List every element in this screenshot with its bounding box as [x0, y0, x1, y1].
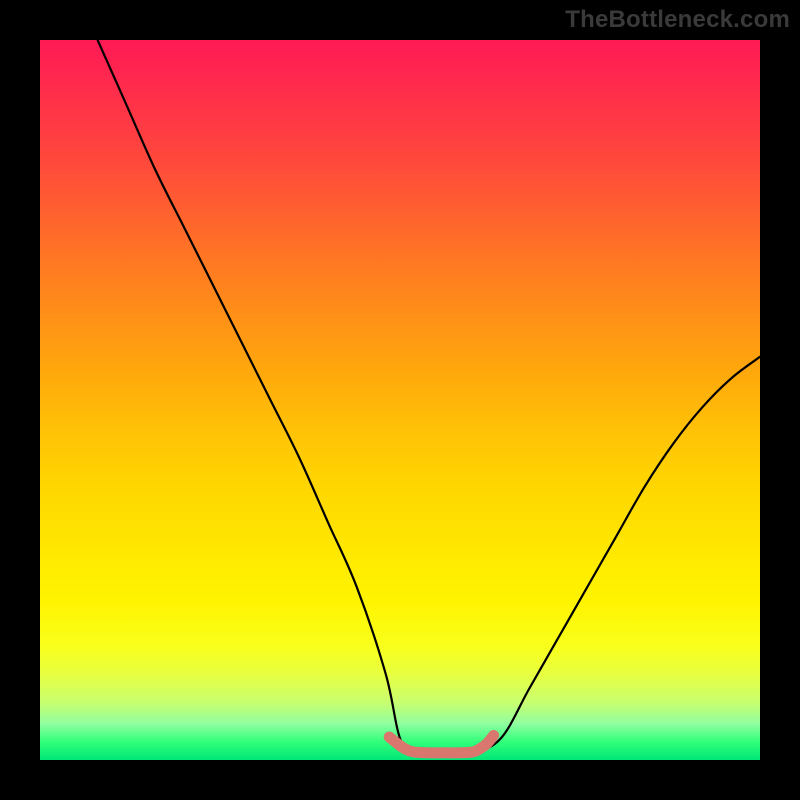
plot-area	[40, 40, 760, 760]
curve-layer	[40, 40, 760, 760]
watermark-text: TheBottleneck.com	[565, 6, 790, 34]
main-curve-path	[98, 40, 760, 754]
highlight-band-path	[389, 736, 493, 753]
chart-frame: TheBottleneck.com	[0, 0, 800, 800]
